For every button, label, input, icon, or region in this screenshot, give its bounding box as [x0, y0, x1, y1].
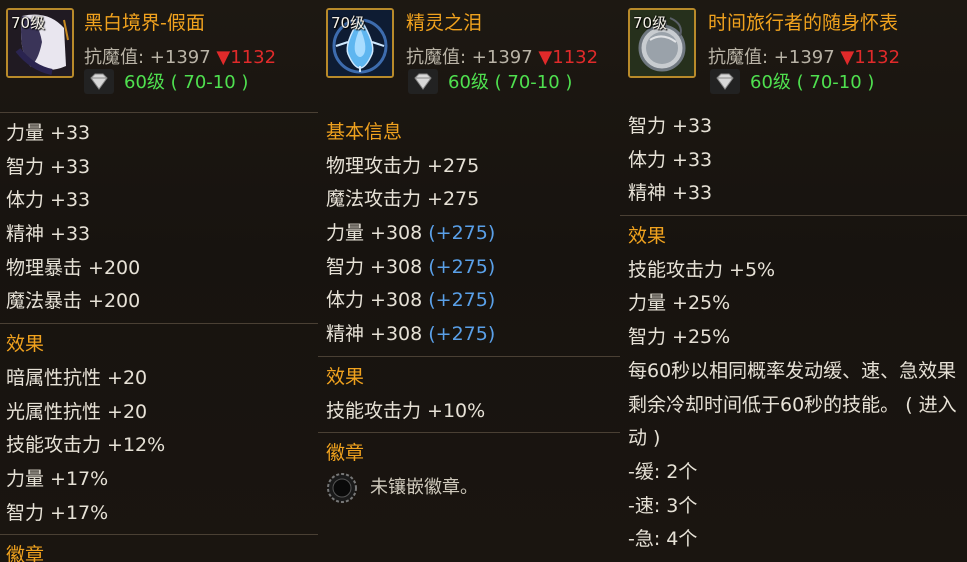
resist-value: 抗魔值: +1397 ▼1132	[84, 47, 277, 68]
item-header: 70级 黑白境界-假面 抗魔值: +1397 ▼1132 60级 ( 70-10…	[0, 0, 318, 110]
effect-row: 技能攻击力 +5%	[628, 258, 776, 281]
stat-row: 物理暴击 +200	[6, 256, 141, 279]
item-name: 黑白境界-假面	[84, 12, 205, 34]
basic-row: 魔法攻击力 +275	[326, 188, 480, 211]
basic-row: 物理攻击力 +275	[326, 154, 480, 177]
item-icon[interactable]: 70级	[6, 8, 74, 78]
badge-slot: 未镶嵌徽章。	[318, 471, 620, 505]
description-line: 剩余冷却时间低于60秒的技能。 ( 进入	[628, 393, 957, 416]
divider	[318, 432, 620, 434]
effect-row: 光属性抗性 +20	[6, 400, 148, 423]
stat-row: 力量 +308 (+275)	[326, 222, 496, 245]
resist-down: ▼1132	[538, 47, 599, 68]
stat-row: 精神 +33	[6, 223, 91, 246]
diamond-icon	[710, 69, 740, 94]
effect-row: 技能攻击力 +12%	[6, 434, 166, 457]
divider	[0, 323, 318, 325]
stat-row: 体力 +308 (+275)	[326, 289, 496, 312]
effect-row: 智力 +17%	[6, 501, 109, 524]
stat-row: 智力 +33	[6, 155, 91, 178]
item-icon[interactable]: 70级	[628, 8, 696, 78]
section-title-badge: 徽章	[326, 442, 365, 465]
level-badge: 70级	[331, 14, 366, 32]
item-name: 时间旅行者的随身怀表	[708, 12, 899, 34]
section-title-effect: 效果	[326, 365, 365, 388]
resist-value: 抗魔值: +1397 ▼1132	[708, 47, 901, 68]
level-badge: 70级	[633, 14, 668, 32]
item-tooltip-mask: 70级 黑白境界-假面 抗魔值: +1397 ▼1132 60级 ( 70-10…	[0, 0, 318, 562]
stat-row: 智力 +33	[628, 115, 713, 137]
effect-description: 每60秒以相同概率发动缓、速、急效果 剩余冷却时间低于60秒的技能。 ( 进入 …	[620, 355, 967, 456]
item-header: 70级 精灵之泪 抗魔值: +1397 ▼1132 60级 ( 70-10 )	[318, 0, 620, 110]
count-row: -急: 4个	[628, 528, 698, 551]
level-requirement: 60级 ( 70-10 )	[750, 72, 875, 93]
level-requirement: 60级 ( 70-10 )	[124, 72, 249, 93]
stat-row: 精神 +308 (+275)	[326, 323, 496, 346]
section-title-badge: 徽章	[6, 544, 45, 562]
effect-row: 智力 +25%	[628, 326, 731, 349]
description-line: 每60秒以相同概率发动缓、速、急效果	[628, 359, 957, 382]
item-name: 精灵之泪	[406, 12, 483, 34]
item-icon[interactable]: 70级	[326, 8, 394, 78]
item-tooltip-pocket-watch: 70级 时间旅行者的随身怀表 抗魔值: +1397 ▼1132 60级 ( 70…	[620, 0, 967, 562]
count-row: -缓: 2个	[628, 460, 698, 483]
level-requirement: 60级 ( 70-10 )	[448, 72, 573, 93]
stat-row: 智力 +308 (+275)	[326, 255, 496, 278]
bonus-value: (+275)	[428, 289, 496, 312]
stat-row: 魔法暴击 +200	[6, 290, 141, 313]
stat-row: 体力 +33	[6, 189, 91, 212]
bonus-value: (+275)	[428, 222, 496, 245]
resist-down: ▼1132	[216, 47, 277, 68]
effect-row: 技能攻击力 +10%	[326, 399, 486, 422]
divider	[0, 534, 318, 536]
effect-row: 力量 +25%	[628, 292, 731, 315]
stat-row: 精神 +33	[628, 182, 713, 205]
effect-row: 暗属性抗性 +20	[6, 366, 148, 389]
bonus-value: (+275)	[428, 255, 496, 278]
diamond-icon	[408, 69, 438, 94]
resist-value: 抗魔值: +1397 ▼1132	[406, 47, 599, 68]
stat-list: 力量 +33 智力 +33 体力 +33 精神 +33 物理暴击 +200 魔法…	[0, 117, 318, 319]
item-tooltip-elf-tear: 70级 精灵之泪 抗魔值: +1397 ▼1132 60级 ( 70-10 ) …	[318, 0, 620, 562]
resist-down: ▼1132	[840, 47, 901, 68]
divider	[318, 355, 620, 357]
bonus-value: (+275)	[428, 323, 496, 346]
divider	[620, 215, 967, 217]
effect-row: 力量 +17%	[6, 467, 109, 490]
empty-badge-socket-icon	[327, 472, 357, 503]
section-title-basic: 基本信息	[326, 121, 403, 143]
stat-row: 体力 +33	[628, 148, 713, 171]
section-title-effect: 效果	[6, 333, 45, 356]
divider	[0, 112, 318, 113]
description-line: 动 )	[628, 427, 661, 450]
badge-empty-text: 未镶嵌徽章。	[370, 476, 478, 498]
diamond-icon	[84, 69, 114, 94]
stat-row: 力量 +33	[6, 122, 91, 144]
count-row: -速: 3个	[628, 494, 698, 517]
level-badge: 70级	[11, 14, 46, 32]
section-title-effect: 效果	[628, 225, 667, 248]
item-header: 70级 时间旅行者的随身怀表 抗魔值: +1397 ▼1132 60级 ( 70…	[620, 0, 967, 110]
